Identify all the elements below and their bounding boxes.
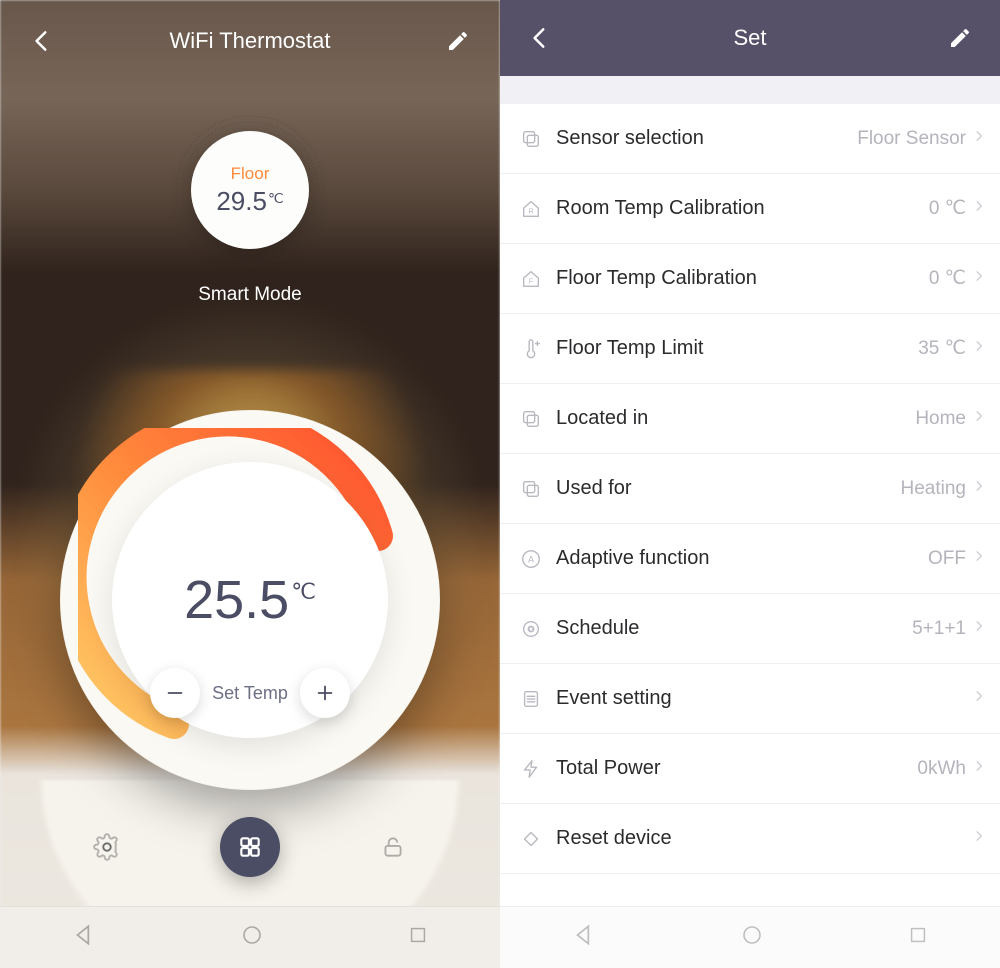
mode-label: Smart Mode xyxy=(0,284,500,306)
page-title: Set xyxy=(733,25,766,51)
increase-temp-button[interactable] xyxy=(300,668,350,718)
copy-icon xyxy=(520,128,556,150)
svg-text:P: P xyxy=(529,626,533,633)
settings-row-floor-temp-calibration[interactable]: F Floor Temp Calibration0 ℃ xyxy=(500,244,1000,314)
row-label: Schedule xyxy=(556,617,912,640)
row-label: Used for xyxy=(556,477,901,500)
row-value: 35 ℃ xyxy=(918,337,966,360)
row-value: Floor Sensor xyxy=(857,128,966,150)
android-navbar xyxy=(500,906,1000,968)
settings-row-total-power[interactable]: Total Power0kWh xyxy=(500,734,1000,804)
decrease-temp-button[interactable] xyxy=(150,668,200,718)
settings-row-located-in[interactable]: Located inHome xyxy=(500,384,1000,454)
chevron-right-icon xyxy=(972,689,986,708)
row-value: 0 ℃ xyxy=(929,267,966,290)
sensor-readout[interactable]: Floor 29.5℃ xyxy=(170,110,330,270)
row-value: Heating xyxy=(901,478,967,500)
row-label: Room Temp Calibration xyxy=(556,197,929,220)
house-f-icon: F xyxy=(520,268,556,290)
chevron-right-icon xyxy=(972,129,986,148)
nav-recent-button[interactable] xyxy=(907,924,929,951)
svg-text:R: R xyxy=(528,206,533,215)
bottom-toolbar xyxy=(0,802,500,892)
row-label: Located in xyxy=(556,407,915,430)
chevron-right-icon xyxy=(972,269,986,288)
row-value: 0 ℃ xyxy=(929,197,966,220)
svg-text:A: A xyxy=(528,554,535,564)
chevron-right-icon xyxy=(972,409,986,428)
copy-icon xyxy=(520,478,556,500)
settings-screen: Set Sensor selectionFloor Sensor R Room Te… xyxy=(500,0,1000,968)
therm-icon xyxy=(520,338,556,360)
settings-row-sensor-selection[interactable]: Sensor selectionFloor Sensor xyxy=(500,104,1000,174)
appbar: WiFi Thermostat xyxy=(0,0,500,82)
settings-button[interactable] xyxy=(87,827,127,867)
gear-p-icon: P xyxy=(520,618,556,640)
settings-row-floor-temp-limit[interactable]: Floor Temp Limit35 ℃ xyxy=(500,314,1000,384)
nav-back-button[interactable] xyxy=(71,922,97,953)
chevron-right-icon xyxy=(972,619,986,638)
edit-button[interactable] xyxy=(940,18,980,58)
settings-row-adaptive-function[interactable]: A Adaptive functionOFF xyxy=(500,524,1000,594)
set-temp-value: 25.5℃ xyxy=(184,569,316,631)
dial-controls: Set Temp xyxy=(112,668,388,718)
lock-button[interactable] xyxy=(373,827,413,867)
chevron-right-icon xyxy=(972,479,986,498)
nav-recent-button[interactable] xyxy=(407,924,429,951)
house-r-icon: R xyxy=(520,198,556,220)
row-label: Floor Temp Limit xyxy=(556,337,918,360)
chevron-right-icon xyxy=(972,549,986,568)
settings-row-reset-device[interactable]: Reset device xyxy=(500,804,1000,874)
nav-back-button[interactable] xyxy=(571,922,597,953)
copy-icon xyxy=(520,408,556,430)
settings-list: Sensor selectionFloor Sensor R Room Temp C… xyxy=(500,104,1000,906)
row-label: Total Power xyxy=(556,757,917,780)
set-temp-label: Set Temp xyxy=(212,683,288,704)
row-value: 0kWh xyxy=(917,758,966,780)
bolt-icon xyxy=(520,758,556,780)
settings-row-schedule[interactable]: P Schedule5+1+1 xyxy=(500,594,1000,664)
row-label: Reset device xyxy=(556,827,966,850)
thermostat-screen: WiFi Thermostat Floor 29.5℃ Smart Mode xyxy=(0,0,500,968)
back-button[interactable] xyxy=(22,21,62,61)
row-value: OFF xyxy=(928,548,966,570)
temperature-dial[interactable]: 25.5℃ Set Temp xyxy=(60,410,440,790)
gauge-ticks-icon xyxy=(170,110,330,270)
edit-button[interactable] xyxy=(438,21,478,61)
appbar: Set xyxy=(500,0,1000,76)
row-value: 5+1+1 xyxy=(912,618,966,640)
back-button[interactable] xyxy=(520,18,560,58)
row-label: Event setting xyxy=(556,687,966,710)
row-value: Home xyxy=(915,408,966,430)
circle-a-icon: A xyxy=(520,548,556,570)
chevron-right-icon xyxy=(972,339,986,358)
chevron-right-icon xyxy=(972,199,986,218)
chevron-right-icon xyxy=(972,829,986,848)
settings-row-room-temp-calibration[interactable]: R Room Temp Calibration0 ℃ xyxy=(500,174,1000,244)
nav-home-button[interactable] xyxy=(240,923,264,952)
diamond-icon xyxy=(520,828,556,850)
settings-row-used-for[interactable]: Used forHeating xyxy=(500,454,1000,524)
android-navbar xyxy=(0,906,500,968)
row-label: Adaptive function xyxy=(556,547,928,570)
row-label: Floor Temp Calibration xyxy=(556,267,929,290)
page-title: WiFi Thermostat xyxy=(170,28,331,54)
apps-button[interactable] xyxy=(220,817,280,877)
dial-inner: 25.5℃ Set Temp xyxy=(112,462,388,738)
nav-home-button[interactable] xyxy=(740,923,764,952)
settings-row-event-setting[interactable]: Event setting xyxy=(500,664,1000,734)
row-label: Sensor selection xyxy=(556,127,857,150)
list-icon xyxy=(520,688,556,710)
chevron-right-icon xyxy=(972,759,986,778)
svg-text:F: F xyxy=(529,276,534,285)
